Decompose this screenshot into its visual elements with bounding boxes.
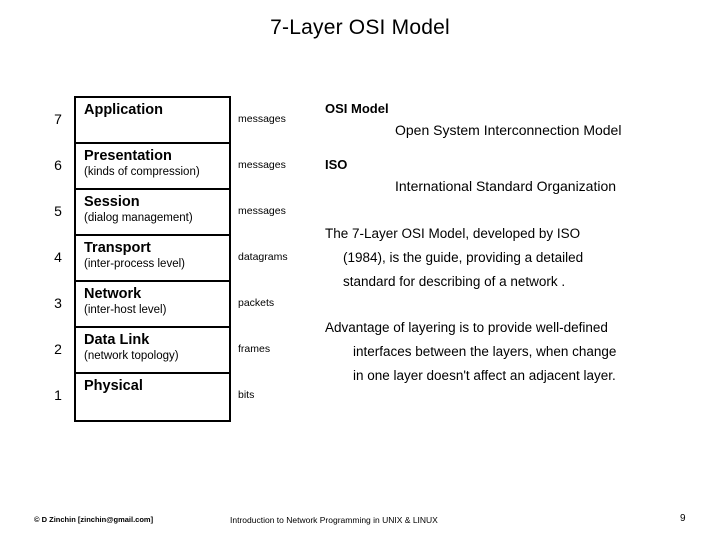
acronym-expansion-osi: Open System Interconnection Model [395, 122, 622, 138]
notes-spacer [325, 140, 705, 156]
osi-layer-stack: Application Presentation (kinds of compr… [74, 96, 231, 422]
paragraph-model-description: The 7-Layer OSI Model, developed by ISO … [325, 222, 705, 294]
acronym-expansion-iso: International Standard Organization [395, 178, 617, 194]
footer-course-title: Introduction to Network Programming in U… [230, 515, 438, 525]
paragraph-line: The 7-Layer OSI Model, developed by ISO [325, 226, 581, 241]
layer-row: Data Link (network topology) [76, 328, 229, 374]
layer-number-column: 7 6 5 4 3 2 1 [46, 96, 70, 418]
layer-name: Physical [84, 378, 143, 394]
layer-row: Network (inter-host level) [76, 282, 229, 328]
pdu-label: messages [238, 113, 286, 125]
acronym-heading-iso: ISO [325, 157, 348, 172]
layer-number: 1 [54, 387, 62, 403]
layer-row: Session (dialog management) [76, 190, 229, 236]
layer-name: Presentation [84, 148, 172, 164]
paragraph-layering-advantage: Advantage of layering is to provide well… [325, 316, 705, 388]
pdu-label: messages [238, 159, 286, 171]
pdu-label: datagrams [238, 251, 288, 263]
paragraph-line: Advantage of layering is to provide well… [325, 320, 608, 335]
layer-number: 3 [54, 295, 62, 311]
paragraph-line: (1984), is the guide, providing a detail… [343, 250, 584, 265]
layer-subtitle: (inter-process level) [84, 258, 185, 270]
layer-name: Application [84, 102, 163, 118]
layer-number: 4 [54, 249, 62, 265]
layer-number: 7 [54, 111, 62, 127]
layer-row: Application [76, 98, 229, 144]
layer-subtitle: (inter-host level) [84, 304, 167, 316]
layer-row: Physical [76, 374, 229, 420]
acronym-heading-osi: OSI Model [325, 101, 389, 116]
paragraph-line: standard for describing of a network . [343, 274, 566, 289]
footer-copyright: © D Zinchin [zinchin@gmail.com] [34, 515, 154, 524]
footer-page-number: 9 [680, 513, 686, 524]
layer-number: 6 [54, 157, 62, 173]
layer-name: Session [84, 194, 140, 210]
layer-row: Presentation (kinds of compression) [76, 144, 229, 190]
layer-subtitle: (network topology) [84, 350, 179, 362]
paragraph-line: in one layer doesn't affect an adjacent … [353, 368, 616, 383]
pdu-label: frames [238, 343, 271, 355]
layer-row: Transport (inter-process level) [76, 236, 229, 282]
layer-subtitle: (dialog management) [84, 212, 193, 224]
notes-column: OSI Model Open System Interconnection Mo… [325, 100, 705, 388]
layer-name: Transport [84, 240, 151, 256]
layer-name: Data Link [84, 332, 150, 348]
layer-name: Network [84, 286, 142, 302]
paragraph-line: interfaces between the layers, when chan… [353, 344, 617, 359]
pdu-label: bits [238, 389, 255, 401]
pdu-label: packets [238, 297, 275, 309]
layer-subtitle: (kinds of compression) [84, 166, 200, 178]
layer-number: 2 [54, 341, 62, 357]
slide-canvas: 7-Layer OSI Model 7 6 5 4 3 2 1 Applicat… [0, 0, 720, 540]
pdu-label-column: messages messages messages datagrams pac… [238, 96, 308, 418]
pdu-label: messages [238, 205, 286, 217]
layer-number: 5 [54, 203, 62, 219]
page-title: 7-Layer OSI Model [270, 16, 450, 39]
